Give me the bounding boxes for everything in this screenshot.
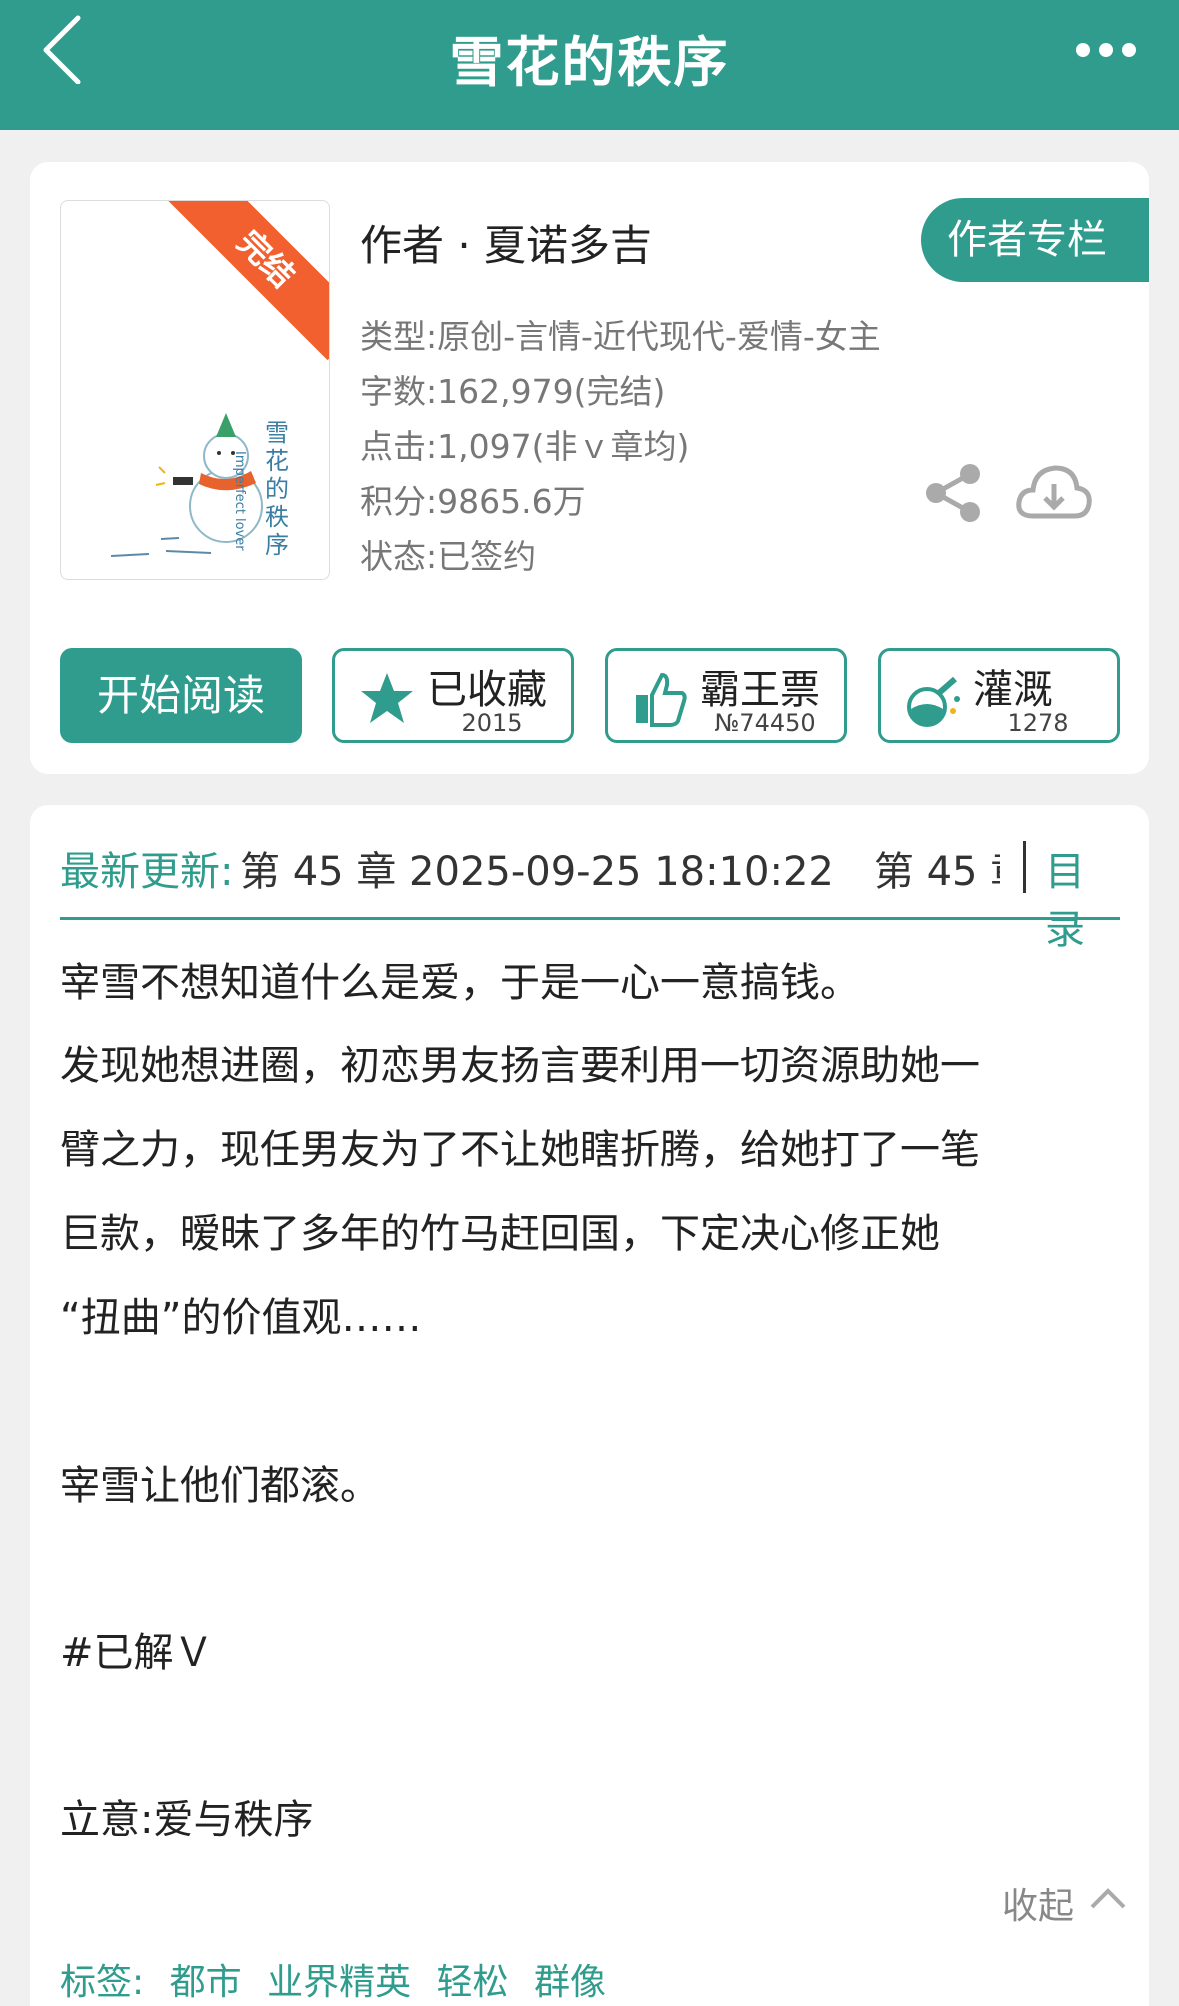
book-description-card: 最新更新: 第 45 章 2025-09-25 18:10:22 第 45 章 … — [30, 805, 1149, 2006]
description-line: #已解Ｖ — [60, 1630, 214, 1676]
meta-score: 积分:9865.6万 — [360, 482, 586, 521]
irrigate-label: 灌溉 — [973, 667, 1053, 713]
description-line: 巨款，暧昧了多年的竹马赶回国，下定决心修正她 — [60, 1211, 940, 1257]
chevron-up-icon — [1090, 1888, 1126, 1909]
ticket-count: №74450 — [714, 709, 816, 737]
latest-update-row[interactable]: 最新更新: 第 45 章 2025-09-25 18:10:22 第 45 章 … — [60, 835, 1120, 953]
flask-icon — [907, 676, 960, 727]
tag-item[interactable]: 都市 — [170, 1962, 242, 2003]
page-title: 雪花的秩序 — [449, 31, 730, 94]
description-line: 宰雪不想知道什么是爱，于是一心一意搞钱。 — [60, 960, 860, 1006]
favorite-count: 2015 — [461, 709, 523, 737]
book-info-card: 雪花的秩序 Imperfect lover 完结 作者 · 夏诺多吉 作者专栏 … — [30, 162, 1149, 774]
tag-item[interactable]: 群像 — [534, 1962, 606, 2003]
cover-subtitle: Imperfect lover — [232, 451, 247, 551]
description-line: 臂之力，现任男友为了不让她瞎折腾，给她打了一笔 — [60, 1127, 980, 1173]
description-line: 发现她想进圈，初恋男友扬言要利用一切资源助她一 — [60, 1043, 980, 1089]
irrigate-count: 1278 — [1007, 709, 1069, 737]
collapse-button[interactable]: 收起 — [1002, 1877, 1126, 1929]
author-name[interactable]: 作者 · 夏诺多吉 — [360, 212, 652, 273]
favorite-label: 已收藏 — [427, 667, 547, 713]
separator — [1023, 841, 1026, 893]
cloud-download-icon — [1016, 465, 1092, 519]
meta-clicks: 点击:1,097(非ｖ章均) — [360, 427, 690, 466]
cover-title: 雪花的秩序 — [265, 419, 289, 559]
book-cover[interactable]: 雪花的秩序 Imperfect lover 完结 — [60, 200, 330, 580]
meta-word-count: 字数:162,979(完结) — [360, 372, 666, 411]
table-of-contents-link[interactable]: 目录 — [1045, 839, 1120, 955]
description-line: 立意:爱与秩序 — [60, 1797, 314, 1843]
download-button[interactable] — [1015, 462, 1093, 524]
favorite-button[interactable]: 已收藏 2015 — [332, 648, 574, 743]
more-dots-icon — [1076, 43, 1136, 57]
irrigate-button[interactable]: 灌溉 1278 — [878, 648, 1120, 743]
share-button[interactable] — [922, 462, 984, 524]
divider — [60, 917, 1120, 920]
tag-list: 标签: 都市 业界精英 轻松 群像 — [60, 1953, 620, 2005]
tag-item[interactable]: 轻松 — [437, 1962, 509, 2003]
latest-update-marquee[interactable]: 第 45 章 2025-09-25 18:10:22 第 45 章 — [240, 839, 1000, 897]
share-icon — [926, 464, 980, 522]
top-bar: 雪花的秩序 — [0, 0, 1179, 130]
tags-label: 标签: — [60, 1962, 145, 2003]
start-reading-button[interactable]: 开始阅读 — [60, 648, 302, 743]
thumbs-up-icon — [636, 672, 687, 727]
author-column-button[interactable]: 作者专栏 — [921, 198, 1149, 282]
star-icon — [361, 673, 413, 723]
description-line: 宰雪让他们都滚。 — [60, 1463, 380, 1509]
more-button[interactable] — [1071, 30, 1141, 70]
description-line: “扭曲”的价值观…… — [60, 1295, 422, 1341]
meta-status: 状态:已签约 — [360, 537, 537, 576]
ticket-label: 霸王票 — [700, 667, 820, 713]
tag-item[interactable]: 业界精英 — [267, 1962, 411, 2003]
collapse-label: 收起 — [1002, 1886, 1075, 1927]
ticket-button[interactable]: 霸王票 №74450 — [605, 648, 847, 743]
meta-genre: 类型:原创-言情-近代现代-爱情-女主 — [360, 317, 881, 356]
latest-update-label: 最新更新: — [60, 849, 234, 895]
